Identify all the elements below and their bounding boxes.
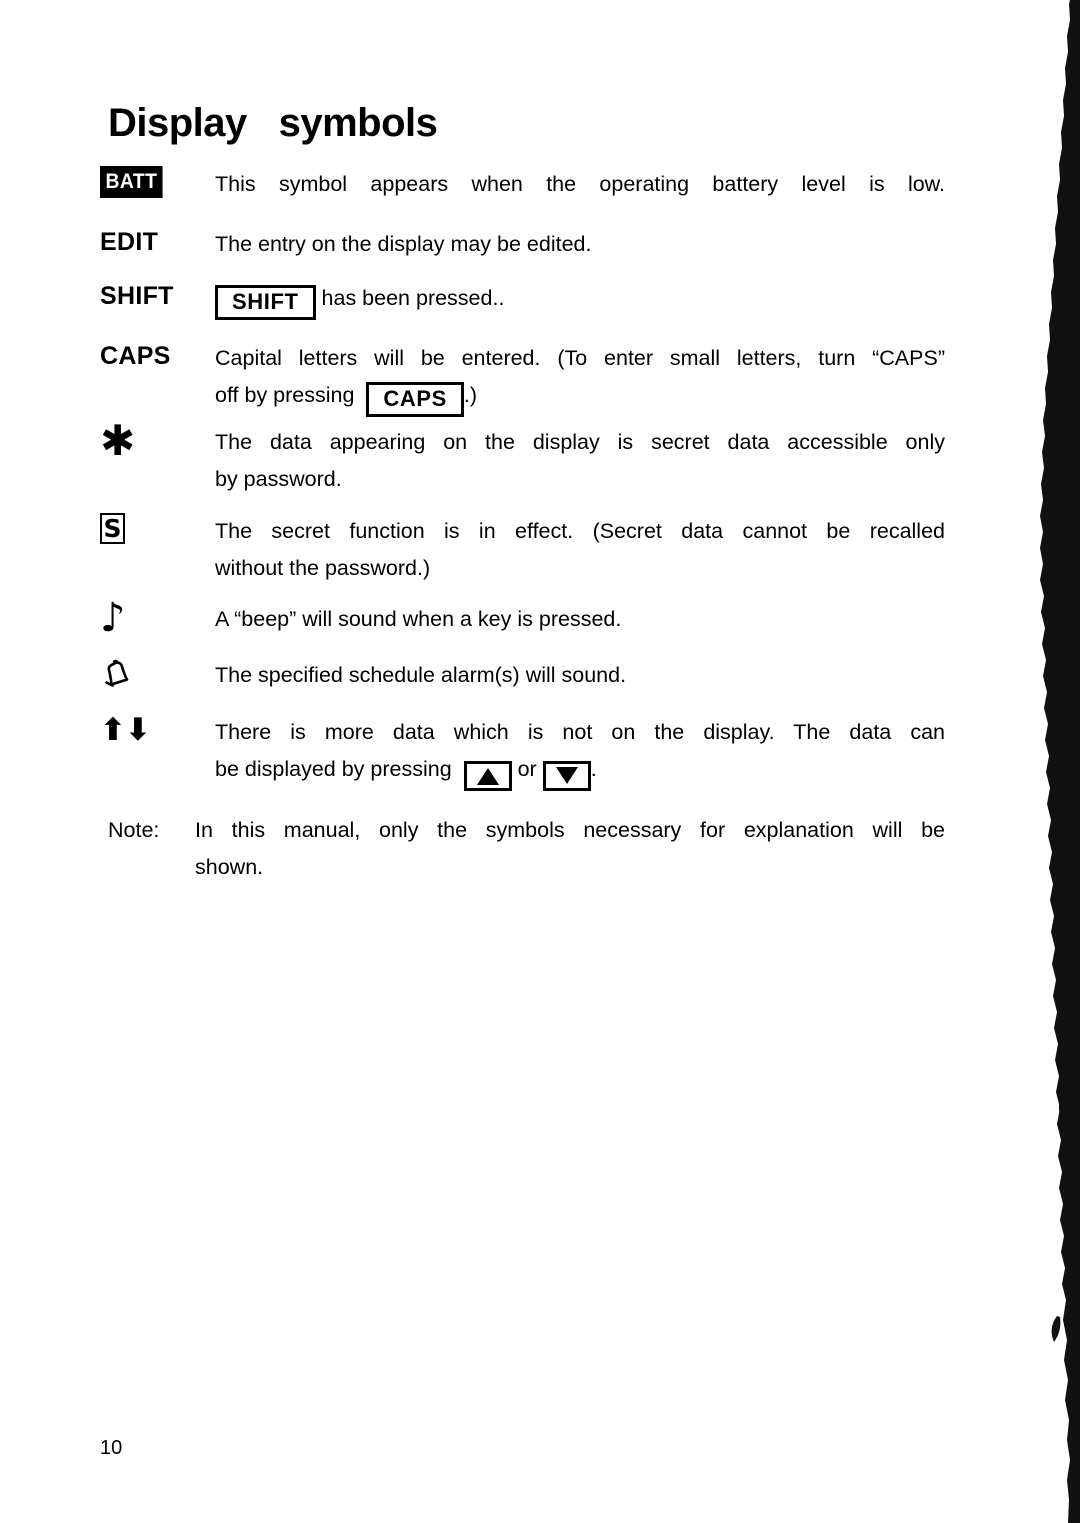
symbol-cell-more-data: ⬆⬇ <box>100 714 210 754</box>
symbol-description-shift: SHIFT has been pressed.. <box>215 280 945 320</box>
text-line: without the password.) <box>215 556 431 580</box>
text-line: The specified schedule alarm(s) will sou… <box>215 663 627 687</box>
symbol-cell-caps: CAPS <box>100 340 210 380</box>
symbol-row-edit: EDIT The entry on the display may be edi… <box>100 226 945 263</box>
text-line: This symbol appears when the operating b… <box>215 172 945 196</box>
music-note-icon: ♪ <box>100 595 126 641</box>
scan-edge-artifact <box>1040 0 1080 1523</box>
symbol-description-batt: This symbol appears when the operating b… <box>215 166 945 203</box>
text-line: The entry on the display may be edited. <box>215 232 592 256</box>
text-line-with-keycap: off by pressing CAPS.) <box>215 377 945 417</box>
symbol-cell-beep: ♪ <box>100 598 210 641</box>
symbol-row-beep: ♪ A “beep” will sound when a key is pres… <box>100 598 945 641</box>
page-number: 10 <box>100 1437 123 1459</box>
scroll-up-keycap[interactable] <box>463 761 512 792</box>
scroll-down-keycap[interactable] <box>542 761 591 792</box>
text-line: by password. <box>215 467 342 491</box>
note-label: Note: <box>108 818 160 842</box>
symbol-row-secret-function: S The secret function is in effect. (Sec… <box>100 513 945 587</box>
text-line: has been pressed.. <box>321 286 505 310</box>
text-line: There is more data which is not on the d… <box>215 720 945 744</box>
text-line: shown. <box>195 855 264 879</box>
caps-keycap[interactable]: CAPS <box>366 382 464 417</box>
symbol-description-alarm: The specified schedule alarm(s) will sou… <box>215 657 945 694</box>
bell-icon <box>100 657 134 691</box>
text-line: The secret function is in effect. (Secre… <box>215 519 945 543</box>
battery-low-indicator-icon: BATT <box>100 166 163 198</box>
boxed-s-icon: S <box>100 513 125 544</box>
symbol-cell-secret-function: S <box>100 513 210 553</box>
text-fragment: off by pressing <box>215 383 355 407</box>
symbol-description-more-data: There is more data which is not on the d… <box>215 714 945 792</box>
text-line: In this manual, only the symbols necessa… <box>195 818 945 842</box>
text-line: The data appearing on the display is sec… <box>215 430 945 454</box>
text-fragment: . <box>590 757 597 781</box>
symbol-cell-batt: BATT <box>100 166 210 206</box>
text-fragment: .) <box>463 383 478 407</box>
symbol-cell-edit: EDIT <box>100 226 210 266</box>
symbol-description-secret-data: The data appearing on the display is sec… <box>215 424 945 498</box>
symbol-description-secret-function: The secret function is in effect. (Secre… <box>215 513 945 587</box>
symbol-row-shift: SHIFT SHIFT has been pressed.. <box>100 280 945 320</box>
asterisk-icon: ✱ <box>100 416 136 465</box>
shift-keycap[interactable]: SHIFT <box>215 285 316 320</box>
note-block: Note: In this manual, only the symbols n… <box>100 812 945 886</box>
up-down-arrows-icon: ⬆⬇ <box>100 712 151 748</box>
document-page: Display symbols BATT This symbol appears… <box>0 0 1080 1523</box>
symbol-row-batt: BATT This symbol appears when the operat… <box>100 166 945 203</box>
text-line: Capital letters will be entered. (To ent… <box>215 346 945 370</box>
symbol-description-edit: The entry on the display may be edited. <box>215 226 945 263</box>
text-fragment: be displayed by pressing <box>215 757 452 781</box>
text-line-with-keycaps: be displayed by pressing or . <box>215 751 945 792</box>
symbol-cell-shift: SHIFT <box>100 280 210 320</box>
text-line: A “beep” will sound when a key is presse… <box>215 607 622 631</box>
symbol-row-caps: CAPS Capital letters will be entered. (T… <box>100 340 945 417</box>
symbol-row-more-data: ⬆⬇ There is more data which is not on th… <box>100 714 945 792</box>
symbol-cell-alarm <box>100 657 210 697</box>
symbol-row-alarm: The specified schedule alarm(s) will sou… <box>100 657 945 694</box>
text-fragment: or <box>517 757 537 781</box>
caps-indicator-label: CAPS <box>100 342 171 370</box>
symbol-description-beep: A “beep” will sound when a key is presse… <box>215 601 945 638</box>
symbol-description-caps: Capital letters will be entered. (To ent… <box>215 340 945 417</box>
shift-indicator-label: SHIFT <box>100 282 174 310</box>
page-title: Display symbols <box>108 101 438 145</box>
edit-indicator-label: EDIT <box>100 228 159 256</box>
note-text: In this manual, only the symbols necessa… <box>195 812 945 886</box>
symbol-cell-secret-data: ✱ <box>100 420 210 464</box>
symbol-row-secret-data: ✱ The data appearing on the display is s… <box>100 420 945 498</box>
